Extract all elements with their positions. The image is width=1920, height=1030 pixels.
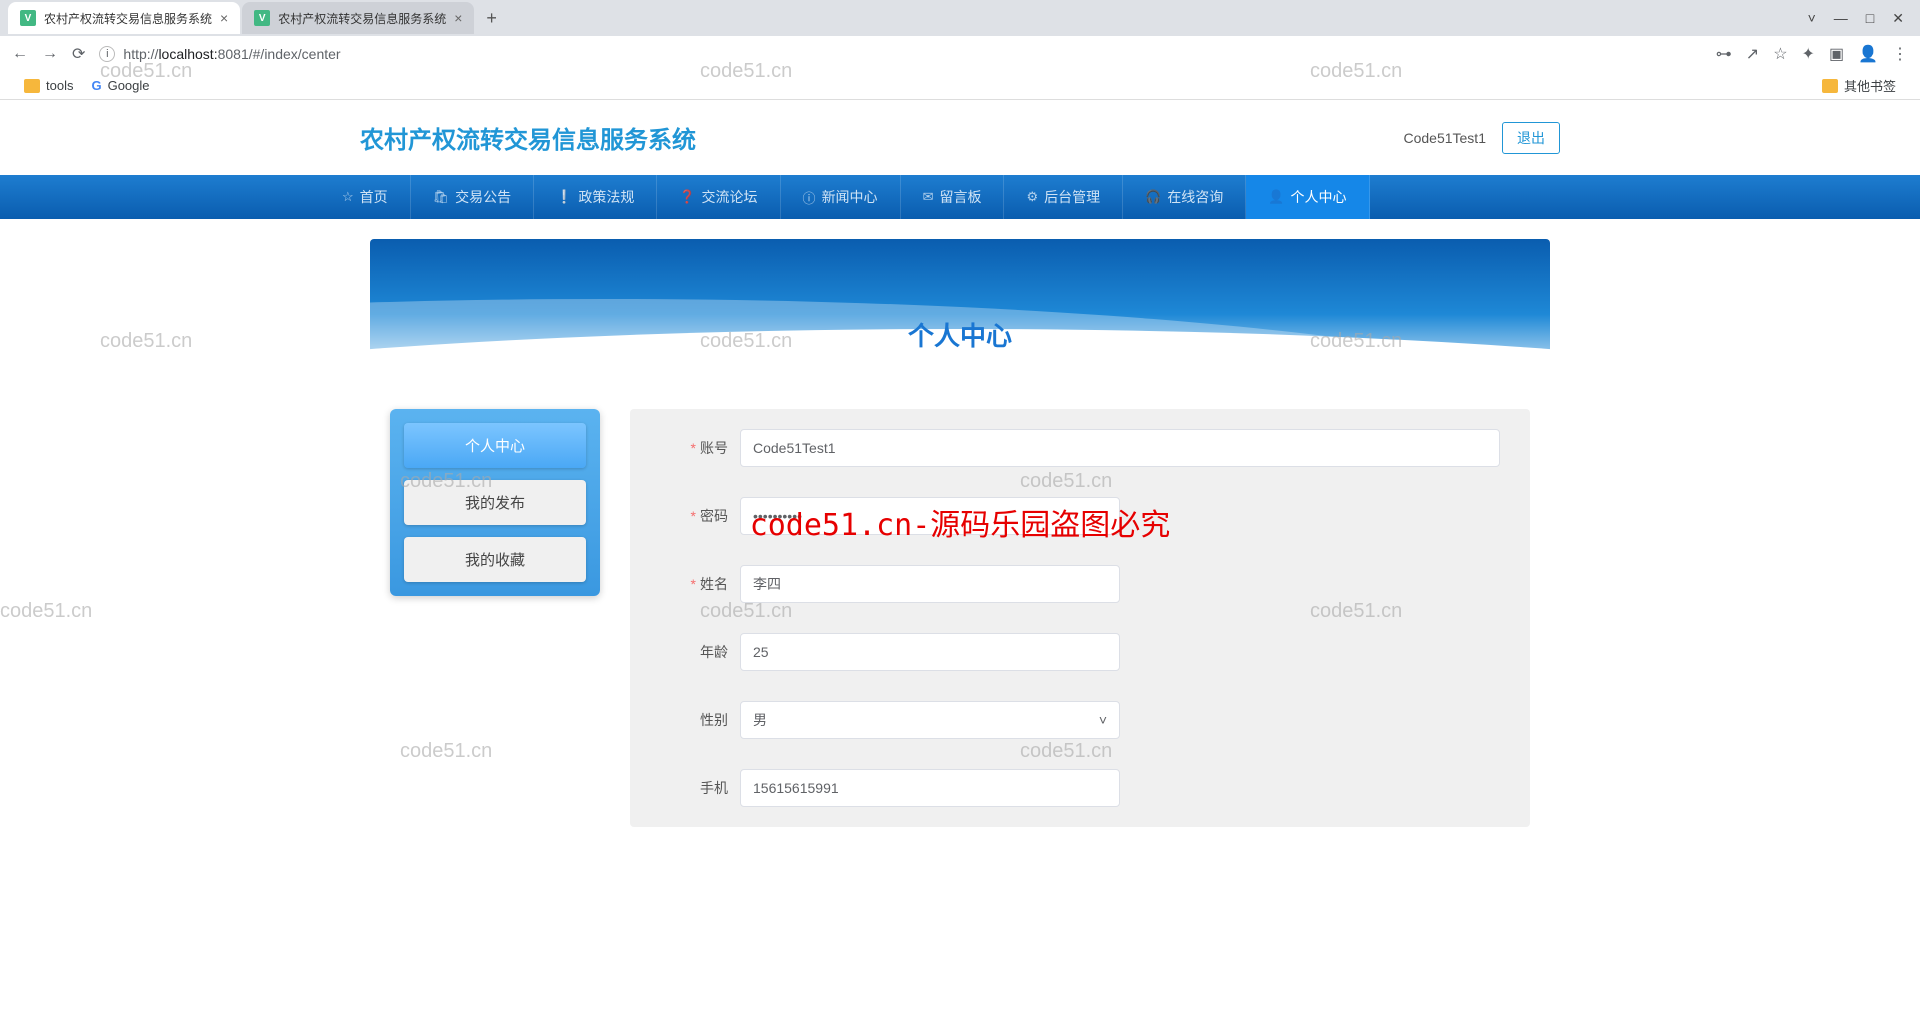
age-input[interactable] [740,633,1120,671]
nav-label: 政策法规 [578,187,634,207]
page-banner: 个人中心 [370,239,1550,389]
nav-icon: 🛍 [433,189,450,205]
username-display: Code51Test1 [1403,130,1486,146]
name-input[interactable] [740,565,1120,603]
nav-label: 新闻中心 [822,187,878,207]
forward-icon[interactable]: → [42,45,58,63]
tab-title: 农村产权流转交易信息服务系统 [44,10,212,27]
sidepanel-icon[interactable]: ▣ [1829,44,1844,64]
nav-label: 后台管理 [1044,187,1100,207]
bookmark-google[interactable]: G Google [91,78,149,93]
window-dropdown-icon[interactable]: ˅ [1808,10,1816,27]
folder-icon [1822,79,1838,93]
page-content: 农村产权流转交易信息服务系统 Code51Test1 退出 ☆ 首页 🛍 交易公告 ❕ 政… [0,100,1920,1030]
nav-item-7[interactable]: 🎧 在线咨询 [1123,175,1246,219]
age-label: 年龄 [660,642,740,662]
window-controls: ˅ — □ ✕ [1792,0,1920,37]
sidebar-item-1[interactable]: 我的发布 [404,480,586,525]
bookmark-star-icon[interactable]: ☆ [1773,44,1787,64]
tab-bar: V 农村产权流转交易信息服务系统 × V 农村产权流转交易信息服务系统 × + … [0,0,1920,36]
phone-input[interactable] [740,769,1120,807]
nav-item-8[interactable]: 👤 个人中心 [1246,175,1369,219]
nav-icon: ☆ [342,189,354,205]
nav-item-1[interactable]: 🛍 交易公告 [411,175,535,219]
window-maximize-icon[interactable]: □ [1866,10,1874,27]
watermark: code51.cn [0,600,92,623]
extensions-icon[interactable]: ✦ [1802,44,1815,64]
bookmark-tools[interactable]: tools [24,78,73,93]
browser-tab-0[interactable]: V 农村产权流转交易信息服务系统 × [8,2,240,34]
new-tab-button[interactable]: + [476,8,507,29]
watermark-overlay: code51.cn-源码乐园盗图必究 [750,500,1171,544]
logout-button[interactable]: 退出 [1502,122,1560,154]
back-icon[interactable]: ← [12,45,28,63]
nav-icon: ❕ [556,189,572,205]
nav-icon: ⚙ [1026,189,1038,205]
tab-close-icon[interactable]: × [220,10,228,26]
nav-label: 留言板 [939,187,981,207]
nav-icon: ❓ [679,189,695,205]
tab-title: 农村产权流转交易信息服务系统 [278,10,446,27]
key-icon[interactable]: ⊶ [1716,44,1732,64]
sidebar: 个人中心我的发布我的收藏 [390,409,600,596]
browser-nav-bar: ← → ⟳ i http://localhost:8081/#/index/ce… [0,36,1920,72]
nav-item-4[interactable]: ⓘ 新闻中心 [781,175,901,219]
profile-icon[interactable]: 👤 [1858,44,1878,64]
account-label: 账号 [660,438,740,458]
bookmark-bar: tools G Google 其他书签 [0,72,1920,100]
window-minimize-icon[interactable]: — [1834,10,1848,27]
gender-select[interactable]: 男 ˅ [740,701,1120,739]
nav-label: 首页 [360,187,388,207]
nav-icon: 👤 [1268,189,1284,205]
browser-tab-1[interactable]: V 农村产权流转交易信息服务系统 × [242,2,474,34]
nav-label: 个人中心 [1291,187,1347,207]
name-label: 姓名 [660,574,740,594]
browser-toolbar-right: ⊶ ↗ ☆ ✦ ▣ 👤 ⋮ [1716,44,1908,64]
nav-item-2[interactable]: ❕ 政策法规 [534,175,657,219]
nav-icon: 🎧 [1145,189,1161,205]
sidebar-item-0[interactable]: 个人中心 [404,423,586,468]
nav-item-3[interactable]: ❓ 交流论坛 [657,175,780,219]
site-header: 农村产权流转交易信息服务系统 Code51Test1 退出 [320,100,1600,175]
watermark: code51.cn [100,330,192,353]
chevron-down-icon: ˅ [1099,712,1107,728]
nav-item-5[interactable]: ✉ 留言板 [901,175,1005,219]
tab-close-icon[interactable]: × [454,10,462,26]
main-nav: ☆ 首页 🛍 交易公告 ❕ 政策法规 ❓ 交流论坛 ⓘ 新闻中心 ✉ 留言板 ⚙ 后台管理 🎧 在线咨询 👤 个人… [0,175,1920,219]
vue-icon: V [254,10,270,26]
nav-item-6[interactable]: ⚙ 后台管理 [1004,175,1123,219]
nav-label: 交易公告 [455,187,511,207]
nav-item-0[interactable]: ☆ 首页 [320,175,411,219]
nav-label: 交流论坛 [702,187,758,207]
menu-icon[interactable]: ⋮ [1892,44,1908,64]
site-title: 农村产权流转交易信息服务系统 [360,120,696,155]
share-icon[interactable]: ↗ [1746,44,1759,64]
sidebar-item-2[interactable]: 我的收藏 [404,537,586,582]
browser-chrome: V 农村产权流转交易信息服务系统 × V 农村产权流转交易信息服务系统 × + … [0,0,1920,100]
password-label: 密码 [660,506,740,526]
gender-label: 性别 [660,710,740,730]
banner-title: 个人中心 [908,316,1012,353]
google-icon: G [91,78,101,93]
vue-icon: V [20,10,36,26]
site-info-icon[interactable]: i [99,46,115,62]
nav-label: 在线咨询 [1167,187,1223,207]
nav-icon: ✉ [923,189,934,205]
window-close-icon[interactable]: ✕ [1892,10,1904,27]
nav-icon: ⓘ [803,188,816,207]
phone-label: 手机 [660,778,740,798]
reload-icon[interactable]: ⟳ [72,44,85,64]
profile-form: 账号 密码 姓名 年龄 性别 男 [630,409,1530,827]
folder-icon [24,79,40,93]
bookmark-other[interactable]: 其他书签 [1822,76,1896,95]
account-input[interactable] [740,429,1500,467]
url-bar[interactable]: i http://localhost:8081/#/index/center [99,46,1701,62]
